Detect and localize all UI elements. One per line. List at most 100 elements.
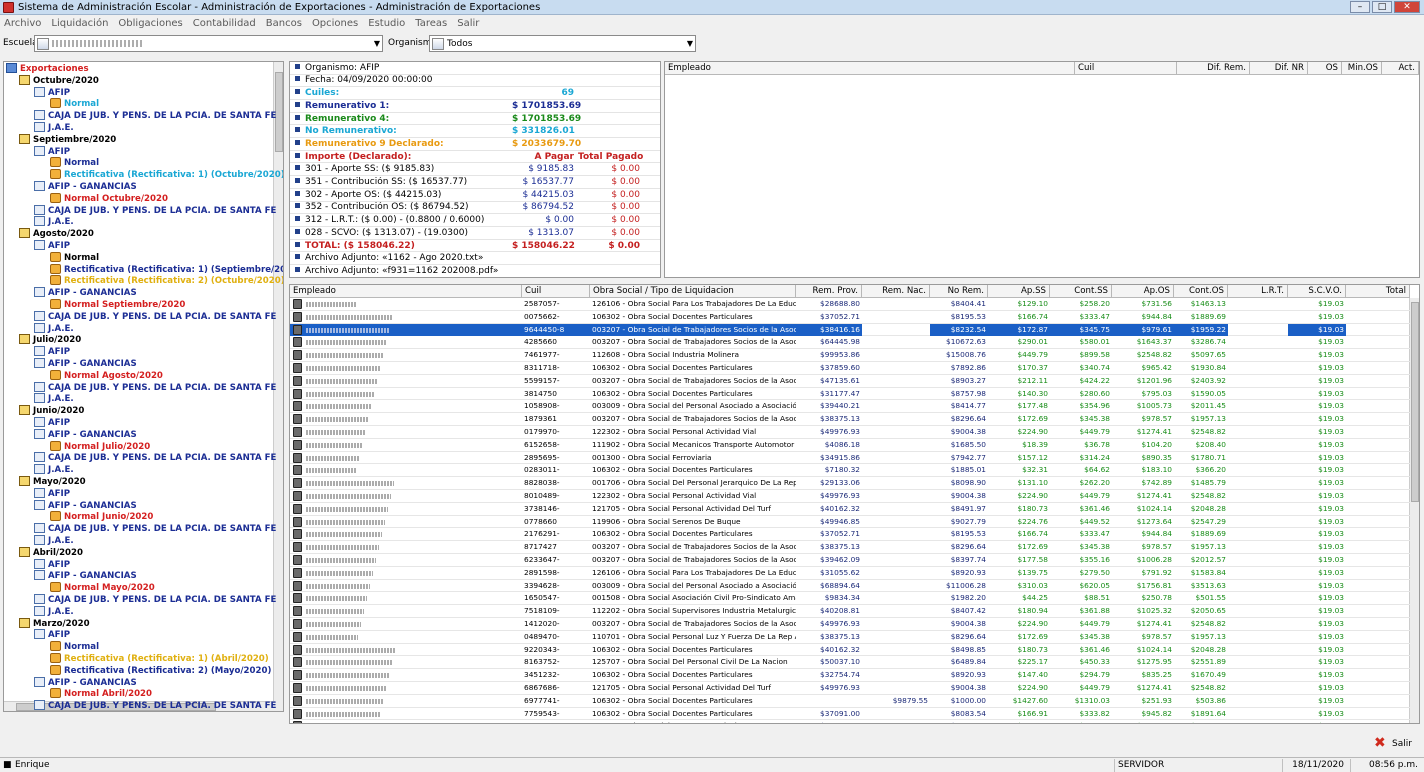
differences-grid[interactable]: Empleado Cuil Dif. Rem. Dif. NR OS Min.OS Act. [664, 61, 1420, 278]
tree-node[interactable]: AFIP [34, 417, 70, 428]
tree-node[interactable]: J.A.E. [34, 535, 74, 546]
table-row[interactable]: 2895695- 001300 - Obra Social Ferroviaria… [290, 452, 1410, 465]
table-row[interactable]: 9220343- 106302 - Obra Social Docentes Pa… [290, 644, 1410, 657]
tree-node[interactable]: J.A.E. [34, 393, 74, 404]
tree-node[interactable]: AFIP - GANANCIAS [34, 287, 137, 298]
tree-node[interactable]: Agosto/2020 [19, 228, 94, 239]
tree-node[interactable]: CAJA DE JUB. Y PENS. DE LA PCIA. DE SANT… [34, 523, 276, 534]
tree-node[interactable]: Rectificativa (Rectificativa: 1) (Septie… [50, 263, 283, 275]
tree-node[interactable]: Septiembre/2020 [19, 133, 116, 145]
top-grid-header[interactable]: Act. [1382, 62, 1419, 75]
tree-node[interactable]: Normal [50, 157, 99, 168]
grid-vertical-scrollbar[interactable] [1409, 298, 1419, 723]
table-row[interactable]: 0179970- 122302 - Obra Social Personal Ac… [290, 426, 1410, 439]
grid-header[interactable]: L.R.T. [1228, 285, 1288, 298]
grid-header[interactable]: Total [1346, 285, 1410, 298]
table-row[interactable]: 6233647- 003207 - Obra Social de Trabajad… [290, 554, 1410, 567]
tree-node[interactable]: CAJA DE JUB. Y PENS. DE LA PCIA. DE SANT… [34, 310, 276, 322]
table-row[interactable]: 4285660 003207 - Obra Social de Trabajado… [290, 336, 1410, 350]
menu-item-archivo[interactable]: Archivo [4, 18, 41, 29]
tree-node[interactable]: AFIP [34, 346, 70, 357]
grid-header[interactable]: Ap.SS [988, 285, 1050, 298]
table-row[interactable]: 3451232- 106302 - Obra Social Docentes Pa… [290, 669, 1410, 682]
menu-item-opciones[interactable]: Opciones [312, 18, 358, 29]
exports-tree[interactable]: Exportaciones Octubre/2020 AFIP Normal CAJA … [3, 61, 284, 712]
table-row[interactable]: 3738146- 121705 - Obra Social Personal Ac… [290, 503, 1410, 516]
tree-node[interactable]: Julio/2020 [19, 334, 81, 345]
table-row[interactable]: 8717427 003207 - Obra Social de Trabajado… [290, 541, 1410, 554]
table-row[interactable]: 8010489- 122302 - Obra Social Personal Ac… [290, 490, 1410, 503]
top-grid-header[interactable]: Dif. NR [1250, 62, 1308, 75]
menu-item-estudio[interactable]: Estudio [368, 18, 405, 29]
table-row[interactable]: 0778660 119906 - Obra Social Serenos De B… [290, 516, 1410, 529]
chevron-down-icon[interactable]: ▼ [687, 39, 693, 48]
minimize-button[interactable]: – [1350, 1, 1370, 13]
tree-node[interactable]: Normal Julio/2020 [50, 440, 150, 452]
tree-node[interactable]: Mayo/2020 [19, 476, 86, 487]
table-row[interactable]: 8311718- 106302 - Obra Social Docentes Pa… [290, 362, 1410, 375]
grid-header[interactable]: Cont.OS [1174, 285, 1228, 298]
tree-node[interactable]: AFIP - GANANCIAS [34, 676, 137, 688]
tree-node[interactable]: AFIP - GANANCIAS [34, 358, 137, 369]
tree-node[interactable]: AFIP [34, 240, 70, 251]
escuela-select[interactable]: ▼ [34, 35, 383, 52]
tree-node[interactable]: J.A.E. [34, 605, 74, 617]
table-row[interactable]: 9644450-8 003207 - Obra Social de Trabaja… [290, 323, 1410, 337]
table-row[interactable]: 3394628- 003009 - Obra Social del Persona… [290, 580, 1410, 593]
tree-node[interactable]: Octubre/2020 [19, 74, 99, 86]
tree-node[interactable]: Normal Septiembre/2020 [50, 299, 185, 310]
grid-header[interactable]: Rem. Nac. [862, 285, 930, 298]
tree-node[interactable]: Marzo/2020 [19, 617, 90, 629]
tree-node[interactable]: Rectificativa (Rectificativa: 2) (Mayo/2… [50, 664, 271, 676]
table-row[interactable]: 6867686- 121705 - Obra Social Personal Ac… [290, 682, 1410, 695]
table-row[interactable]: 8163752- 125707 - Obra Social Del Persona… [290, 656, 1410, 670]
tree-node[interactable]: AFIP - GANANCIAS [34, 181, 137, 192]
tree-node[interactable]: Rectificativa (Rectificativa: 1) (Octubr… [50, 169, 283, 180]
menu-item-tareas[interactable]: Tareas [415, 18, 447, 29]
tree-node[interactable]: CAJA DE JUB. Y PENS. DE LA PCIA. DE SANT… [34, 110, 276, 121]
tree-node[interactable]: AFIP [34, 629, 70, 640]
tree-node[interactable]: Junio/2020 [19, 405, 84, 416]
tree-node[interactable]: CAJA DE JUB. Y PENS. DE LA PCIA. DE SANT… [34, 700, 276, 711]
tree-node[interactable]: Normal [50, 98, 99, 109]
tree-node[interactable]: Rectificativa (Rectificativa: 1) (Abril/… [50, 653, 269, 664]
table-row[interactable]: 2176291- 106302 - Obra Social Docentes Pa… [290, 528, 1410, 542]
menu-item-liquidacion[interactable]: Liquidación [51, 18, 108, 29]
tree-node[interactable]: Normal Octubre/2020 [50, 192, 168, 204]
table-row[interactable]: 7759543- 106302 - Obra Social Docentes Pa… [290, 708, 1410, 721]
top-grid-header[interactable]: Dif. Rem. [1177, 62, 1250, 75]
top-grid-header[interactable]: OS [1308, 62, 1342, 75]
salir-button[interactable]: ✖ Salir [1374, 736, 1412, 750]
tree-node[interactable]: J.A.E. [34, 216, 74, 227]
table-row[interactable]: 1879361 003207 - Obra Social de Trabajado… [290, 413, 1410, 426]
tree-node[interactable]: J.A.E. [34, 122, 74, 133]
menu-item-salir[interactable]: Salir [457, 18, 479, 29]
tree-node[interactable]: AFIP - GANANCIAS [34, 499, 137, 511]
grid-header[interactable]: Cont.SS [1050, 285, 1112, 298]
tree-node[interactable]: J.A.E. [34, 464, 74, 475]
tree-node[interactable]: Exportaciones [6, 63, 89, 74]
table-row[interactable]: 0075662- 106302 - Obra Social Docentes Pa… [290, 311, 1410, 324]
table-row[interactable]: 6977741- 106302 - Obra Social Docentes Pa… [290, 695, 1410, 708]
grid-header[interactable]: Empleado [290, 285, 522, 298]
maximize-button[interactable]: □ [1372, 1, 1392, 13]
table-row[interactable]: 1650547- 001508 - Obra Social Asociación … [290, 592, 1410, 606]
tree-node[interactable]: AFIP [34, 86, 70, 98]
tree-node[interactable]: AFIP [34, 145, 70, 157]
tree-node[interactable]: AFIP [34, 558, 70, 570]
table-row[interactable]: 0283011- 106302 - Obra Social Docentes Pa… [290, 464, 1410, 478]
top-grid-header[interactable]: Empleado [665, 62, 1075, 75]
tree-node[interactable]: CAJA DE JUB. Y PENS. DE LA PCIA. DE SANT… [34, 594, 276, 605]
table-row[interactable]: 2891598- 126106 - Obra Social Para Los Tr… [290, 567, 1410, 580]
table-row[interactable]: 0489470- 110701 - Obra Social Personal Lu… [290, 631, 1410, 644]
tree-node[interactable]: J.A.E. [34, 322, 74, 334]
organismo-select[interactable]: Todos ▼ [429, 35, 696, 52]
tree-node[interactable]: Rectificativa (Rectificativa: 2) (Octubr… [50, 275, 283, 286]
grid-header[interactable]: Ap.OS [1112, 285, 1174, 298]
table-row[interactable]: 8158224-106302 - Obra Social Docentes Pa… [290, 720, 1410, 723]
tree-node[interactable]: CAJA DE JUB. Y PENS. DE LA PCIA. DE SANT… [34, 381, 276, 393]
table-row[interactable]: 1412020- 003207 - Obra Social de Trabajad… [290, 618, 1410, 631]
tree-node[interactable]: Normal Junio/2020 [50, 511, 153, 522]
table-row[interactable]: 2587057- 126106 - Obra Social Para Los Tr… [290, 298, 1410, 311]
grid-header[interactable]: No Rem. [930, 285, 988, 298]
